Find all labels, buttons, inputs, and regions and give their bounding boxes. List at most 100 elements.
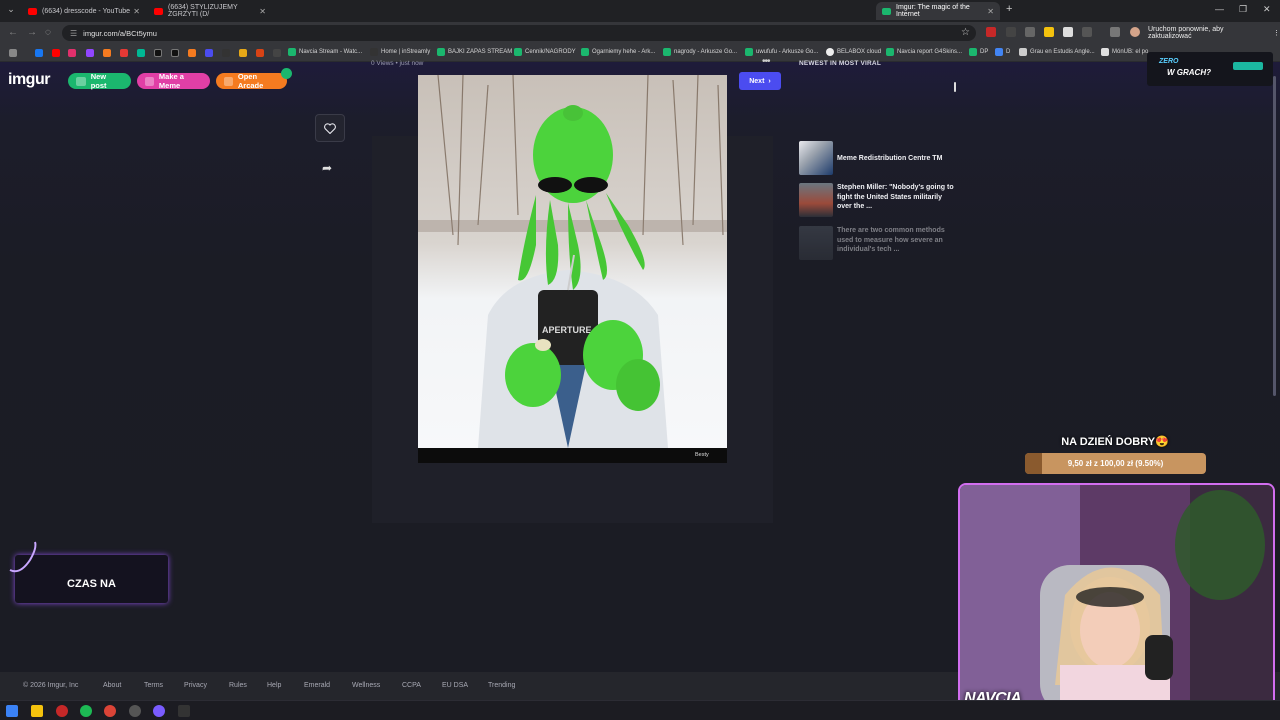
apps-grid-icon[interactable] [9, 49, 17, 57]
extension-icon[interactable] [1063, 27, 1073, 37]
close-tab-icon[interactable]: ✕ [259, 7, 266, 16]
extension-icon[interactable] [1025, 27, 1035, 37]
minimize-icon[interactable]: — [1215, 4, 1224, 14]
profile-avatar[interactable] [1130, 27, 1140, 37]
discord-icon[interactable] [153, 705, 165, 717]
open-arcade-button[interactable]: Open Arcade [216, 72, 287, 90]
footer-link-ccpa[interactable]: CCPA [402, 682, 421, 689]
tab-youtube-stylizujemy[interactable]: (6634) STYLIZUJEMY ZGRZYTI (D/ ✕ [148, 2, 272, 20]
imgur-icon [882, 7, 891, 15]
bookmark-item[interactable]: Navcia Stream - Watc... [288, 48, 362, 56]
bookmark-icon[interactable] [188, 49, 196, 57]
bookmark-label: BAJKI ZAPAS STREAM [448, 49, 513, 55]
extension-icon[interactable] [1006, 27, 1016, 37]
share-arrow-icon[interactable]: ➦ [322, 161, 332, 175]
viral-post-item[interactable]: Stephen Miller: "Nobody's going to fight… [799, 183, 959, 219]
bookmark-icon[interactable] [137, 49, 145, 57]
footer-link-trending[interactable]: Trending [488, 682, 515, 689]
spotify-icon[interactable] [80, 705, 92, 717]
footer-link-privacy[interactable]: Privacy [184, 682, 207, 689]
back-icon[interactable]: ← [8, 27, 18, 38]
bookmark-item[interactable]: BELABOX cloud [826, 48, 881, 56]
bookmark-star-icon[interactable]: ☆ [961, 27, 970, 38]
imgur-logo[interactable]: imgur [8, 71, 50, 89]
address-bar[interactable]: ☰ imgur.com/a/BCt5ymu [62, 25, 976, 41]
footer-link-about[interactable]: About [103, 682, 121, 689]
extension-icon[interactable] [1044, 27, 1054, 37]
bookmark-item[interactable]: Home | inStreamly [370, 48, 430, 56]
twitch-icon[interactable] [86, 49, 94, 57]
bookmark-icon[interactable] [256, 49, 264, 57]
bookmark-label: Navcia report G4Skins... [897, 49, 963, 55]
bookmark-label: Ogarniemy hehe - Ark... [592, 49, 656, 55]
chrome-icon[interactable] [104, 705, 116, 717]
favorite-button[interactable] [315, 114, 345, 142]
forward-icon[interactable]: → [27, 27, 37, 38]
app-icon[interactable] [178, 705, 190, 717]
footer-link-help[interactable]: Help [267, 682, 281, 689]
close-tab-icon[interactable]: ✕ [133, 7, 140, 16]
viral-post-item[interactable]: Meme Redistribution Centre TM [799, 141, 959, 177]
zero-line-2: W GRACH? [1167, 68, 1211, 77]
obs-icon[interactable] [129, 705, 141, 717]
tab-imgur[interactable]: Imgur: The magic of the Internet ✕ [876, 2, 1000, 20]
next-post-button[interactable]: Next › [739, 72, 781, 90]
webcam-overlay [958, 483, 1275, 716]
bookmark-icon[interactable] [222, 49, 230, 57]
bookmark-item[interactable]: D [995, 48, 1010, 56]
bookmark-icon[interactable] [205, 49, 213, 57]
bookmark-item[interactable]: Grau en Estudis Angle... [1019, 48, 1095, 56]
site-info-icon[interactable]: ☰ [70, 29, 77, 38]
bookmark-icon[interactable] [239, 49, 247, 57]
post-options-icon[interactable]: ••• [762, 56, 770, 67]
post-image[interactable]: APERTURE [418, 75, 727, 448]
x-icon[interactable] [154, 49, 162, 57]
restore-icon[interactable]: ❐ [1239, 4, 1247, 15]
footer-link-eu-dsa[interactable]: EU DSA [442, 682, 468, 689]
bookmark-item[interactable]: Navcia report G4Skins... [886, 48, 962, 56]
tab-youtube-dresscode[interactable]: (6634) dresscode - YouTube ✕ [22, 2, 146, 20]
make-meme-button[interactable]: Make a Meme [137, 72, 210, 90]
instagram-icon[interactable] [68, 49, 76, 57]
facebook-icon[interactable] [35, 49, 43, 57]
viral-post-item[interactable]: There are two common methods used to mea… [799, 226, 959, 262]
tiktok-icon[interactable] [171, 49, 179, 57]
bookmark-label: nagrody - Arkusze Go... [674, 49, 738, 55]
meme-icon [145, 76, 154, 86]
bookmark-icon[interactable] [120, 49, 128, 57]
bookmark-item[interactable]: Ogarniemy hehe - Ark... [581, 48, 655, 56]
bookmark-item[interactable]: MónUB: el po [1101, 48, 1148, 56]
page-scrollbar[interactable] [1273, 76, 1276, 396]
bookmark-item[interactable]: BAJKI ZAPAS STREAM [437, 48, 512, 56]
bookmark-item[interactable]: Cennik/NAGRODY [514, 48, 576, 56]
extension-icon[interactable] [986, 27, 996, 37]
bookmarks-bar: Navcia Stream - Watc... Home | inStreaml… [0, 44, 1280, 62]
bookmark-item[interactable]: uwufufu - Arkusze Go... [745, 48, 818, 56]
chevron-right-icon: › [768, 77, 771, 85]
youtube-icon[interactable] [52, 49, 60, 57]
close-window-icon[interactable]: ✕ [1263, 4, 1271, 15]
new-tab-icon[interactable]: + [1006, 3, 1012, 15]
footer-link-emerald[interactable]: Emerald [304, 682, 330, 689]
footer-link-rules[interactable]: Rules [229, 682, 247, 689]
opera-icon[interactable] [56, 705, 68, 717]
file-explorer-icon[interactable] [31, 705, 43, 717]
side-panel-icon[interactable] [1110, 27, 1120, 37]
bookmark-item[interactable]: nagrody - Arkusze Go... [663, 48, 737, 56]
bookmark-icon [886, 48, 894, 56]
new-post-button[interactable]: New post [68, 72, 131, 90]
update-button[interactable]: Uruchom ponownie, aby zaktualizować ⋮ [1148, 26, 1280, 40]
more-menu-icon[interactable]: ⋮ [1273, 29, 1280, 37]
windows-start-icon[interactable] [6, 705, 18, 717]
viral-post-title: There are two common methods used to mea… [837, 227, 945, 253]
bookmark-icon[interactable] [103, 49, 111, 57]
footer-link-wellness[interactable]: Wellness [352, 682, 380, 689]
bookmark-icon[interactable] [273, 49, 281, 57]
sidebar-scrollbar[interactable] [954, 82, 956, 92]
bookmark-item[interactable]: DP [969, 48, 988, 56]
tab-search-icon[interactable]: ⌄ [5, 4, 17, 16]
extensions-puzzle-icon[interactable] [1082, 27, 1092, 37]
close-tab-icon[interactable]: ✕ [987, 7, 994, 16]
loading-icon[interactable]: ◌ [45, 27, 51, 38]
footer-link-terms[interactable]: Terms [144, 682, 163, 689]
